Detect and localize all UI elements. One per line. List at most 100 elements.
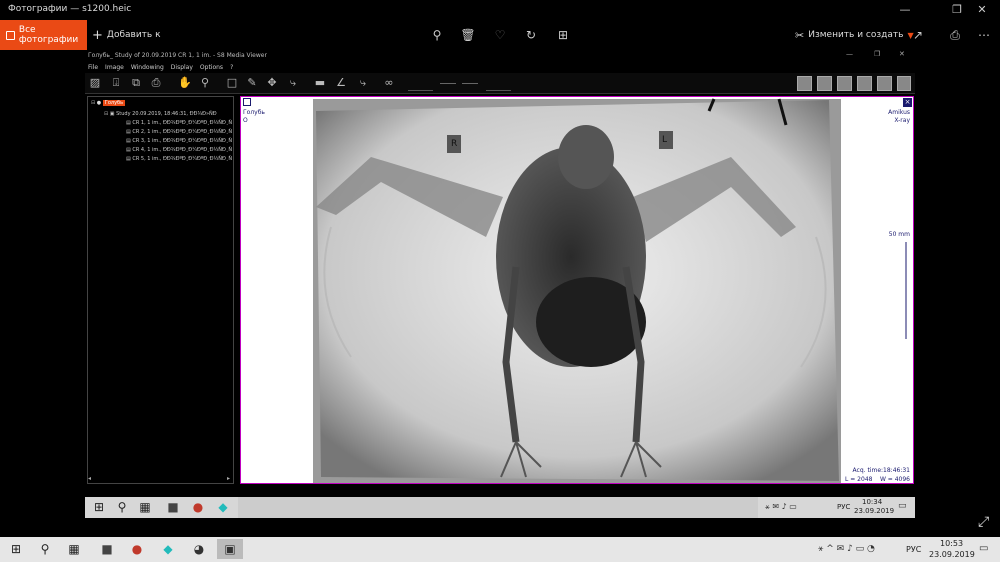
edit-create-label: Изменить и создать — [808, 30, 904, 40]
main-clock-time[interactable]: 10:53 — [940, 539, 963, 548]
document-icon: ▤ — [126, 156, 131, 162]
print-icon[interactable]: ⎙ — [947, 27, 963, 43]
tree-collapse-icon[interactable]: ⊟ — [104, 111, 108, 117]
photos-icon — [6, 30, 15, 40]
tree-series-5[interactable]: ▤ CR 5, 1 im., ÐÐ¾ÐºÐ¸Ð¼ÐºÐ¸Ð½ÑÐ¸Ñ — [126, 155, 232, 163]
close-button[interactable]: ✕ — [962, 2, 1000, 18]
share-icon[interactable]: ↗ — [910, 27, 926, 43]
layout-2x2-icon[interactable] — [837, 76, 852, 91]
search-icon[interactable]: ⚲ — [35, 539, 55, 559]
windows-start-icon[interactable]: ⊞ — [89, 497, 109, 517]
inner-language[interactable]: РУС — [837, 503, 850, 511]
viewer-minimize-button[interactable]: — — [846, 50, 853, 58]
app-icon[interactable]: ◕ — [189, 539, 209, 559]
inner-clock-time[interactable]: 10:34 — [862, 498, 882, 506]
angle-icon[interactable]: ∠ — [333, 75, 349, 91]
select-checkbox[interactable] — [243, 98, 251, 106]
copy-icon[interactable]: ⧉ — [128, 75, 144, 91]
acquisition-time: Acq. time:18:46:31 — [852, 467, 910, 474]
expand-icon[interactable]: ⤢ — [978, 514, 989, 530]
viewer-app-icon[interactable]: ◆ — [158, 539, 178, 559]
viewer-maximize-button[interactable]: ❐ — [874, 50, 880, 58]
layout-3x3-icon[interactable] — [877, 76, 892, 91]
inner-clock-date[interactable]: 23.09.2019 — [854, 507, 894, 515]
notification-icon[interactable]: ▭ — [898, 501, 907, 511]
xray-image — [313, 98, 907, 483]
minimize-button[interactable]: — — [885, 2, 925, 18]
zoom-icon[interactable]: ⚲ — [429, 27, 445, 43]
menu-display[interactable]: Display — [171, 62, 193, 73]
loop-icon[interactable]: ∞ — [381, 75, 397, 91]
edit-create-button[interactable]: ✂ Изменить и создать ▼ — [795, 20, 914, 50]
export-icon[interactable]: ⍗ — [108, 75, 124, 91]
measure-icon[interactable] — [440, 83, 456, 84]
viewer-close-button[interactable]: ✕ — [899, 50, 905, 58]
print-icon[interactable]: ⎙ — [148, 75, 164, 91]
menu-image[interactable]: Image — [105, 62, 124, 73]
hand-icon[interactable]: ✋ — [177, 75, 193, 91]
tree-root[interactable]: ⊟ ● Голубь — [91, 99, 126, 107]
ruler-icon[interactable]: ▬ — [312, 75, 328, 91]
add-to-button[interactable]: + Добавить к — [92, 20, 161, 50]
menu-help[interactable]: ? — [230, 62, 233, 73]
selection-icon[interactable]: □ — [224, 75, 240, 91]
app-icon[interactable]: ■ — [97, 539, 117, 559]
notification-icon[interactable]: ▭ — [979, 543, 988, 554]
all-photos-button[interactable]: Все фотографии — [0, 20, 87, 50]
series-label: CR 1, 1 im., ÐÐ¾ÐºÐ¸Ð¼ÐºÐ¸Ð½ÑÐ¸Ñ — [132, 120, 233, 126]
close-image-icon[interactable]: × — [903, 98, 912, 107]
database-icon[interactable]: ▨ — [87, 75, 103, 91]
tree-series-4[interactable]: ▤ CR 4, 1 im., ÐÐ¾ÐºÐ¸Ð¼ÐºÐ¸Ð½ÑÐ¸Ñ — [126, 146, 232, 154]
viewer-app-title: Голубь_ Study of 20.09.2019 CR 1, 1 im. … — [88, 52, 267, 59]
delete-icon[interactable]: 🗑 — [460, 27, 476, 43]
tree-series-3[interactable]: ▤ CR 3, 1 im., ÐÐ¾ÐºÐ¸Ð¼ÐºÐ¸Ð½ÑÐ¸Ñ — [126, 137, 232, 145]
task-view-icon[interactable]: ▦ — [64, 539, 84, 559]
layout-1x2-icon[interactable] — [817, 76, 832, 91]
photos-app-icon[interactable]: ▣ — [217, 539, 243, 559]
more-icon[interactable]: ⋯ — [976, 27, 992, 43]
tree-scroll-left-icon[interactable]: ◂ — [88, 475, 91, 482]
arrow-tool-icon[interactable]: ⤷ — [285, 75, 301, 91]
tree-series-2[interactable]: ▤ CR 2, 1 im., ÐÐ¾ÐºÐ¸Ð¼ÐºÐ¸Ð½ÑÐ¸Ñ — [126, 128, 232, 136]
toolbar-separator — [408, 90, 433, 91]
pen-icon[interactable]: ✎ — [244, 75, 260, 91]
main-language[interactable]: РУС — [906, 545, 921, 554]
search-icon[interactable]: ⚲ — [112, 497, 132, 517]
document-icon: ▤ — [126, 129, 131, 135]
tree-collapse-icon[interactable]: ⊟ — [91, 100, 95, 106]
document-icon: ▤ — [126, 120, 131, 126]
layout-4x4-icon[interactable] — [897, 76, 911, 91]
measure-alt-icon[interactable] — [462, 83, 478, 84]
orientation-overlay: O — [243, 117, 248, 124]
task-view-icon[interactable]: ▦ — [135, 497, 155, 517]
study-icon: ▣ — [109, 111, 115, 117]
layout-1x1-icon[interactable] — [797, 76, 812, 91]
main-clock-date[interactable]: 23.09.2019 — [929, 550, 975, 559]
rotate-icon[interactable]: ↻ — [523, 27, 539, 43]
tree-study[interactable]: ⊟ ▣ Study 20.09.2019, 18:46:31, ÐÐ¾Ð»ÑÐ — [104, 110, 217, 118]
viewer-app-icon[interactable]: ◆ — [213, 497, 233, 517]
app-icon[interactable]: ■ — [163, 497, 183, 517]
layout-2x3-icon[interactable] — [857, 76, 872, 91]
system-tray-icons[interactable]: ⚹ ^ ✉ ♪ ▭ ◔ — [818, 544, 875, 554]
document-icon: ▤ — [126, 147, 131, 153]
tree-scroll-right-icon[interactable]: ▸ — [227, 475, 230, 482]
chrome-icon[interactable]: ● — [127, 539, 147, 559]
windows-start-icon[interactable]: ⊞ — [6, 539, 26, 559]
system-tray-icons[interactable]: ⚹ ✉ ♪ ▭ — [765, 502, 797, 512]
window-title: Фотографии — s1200.heic — [8, 4, 132, 14]
series-label: CR 5, 1 im., ÐÐ¾ÐºÐ¸Ð¼ÐºÐ¸Ð½ÑÐ¸Ñ — [132, 156, 233, 162]
bird-neck — [558, 125, 614, 189]
menu-file[interactable]: File — [88, 62, 98, 73]
crop-icon[interactable]: ⊞ — [555, 27, 571, 43]
menu-windowing[interactable]: Windowing — [131, 62, 164, 73]
favorite-icon[interactable]: ♡ — [492, 27, 508, 43]
move-icon[interactable]: ✥ — [264, 75, 280, 91]
magnifier-icon[interactable]: ⚲ — [197, 75, 213, 91]
add-to-label: Добавить к — [106, 30, 161, 40]
polyline-icon[interactable]: ⤷ — [355, 75, 371, 91]
chrome-icon[interactable]: ● — [188, 497, 208, 517]
image-viewport[interactable]: R L Голубь O × Amikus X-ray 50 mm Acq. t… — [240, 96, 914, 484]
tree-series-1[interactable]: ▤ CR 1, 1 im., ÐÐ¾ÐºÐ¸Ð¼ÐºÐ¸Ð½ÑÐ¸Ñ — [126, 119, 232, 127]
menu-options[interactable]: Options — [200, 62, 223, 73]
